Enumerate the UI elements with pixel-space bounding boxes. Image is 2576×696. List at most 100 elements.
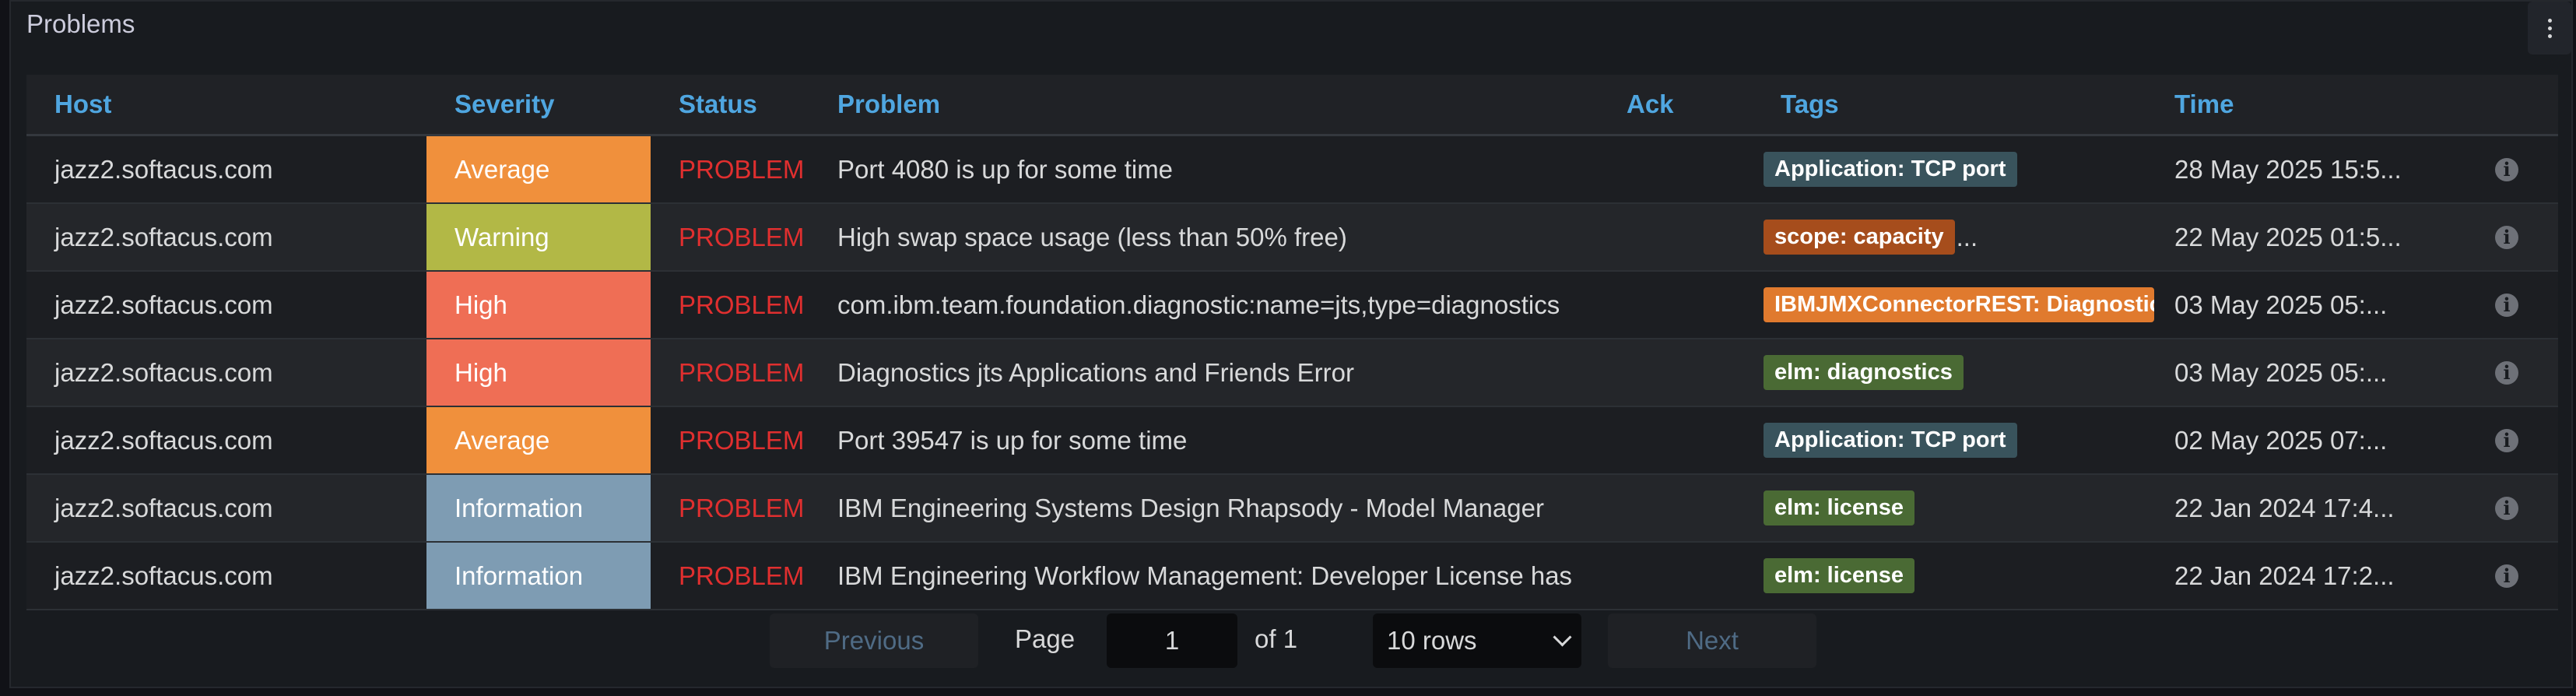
time-cell: 22 May 2025 01:5... (2174, 222, 2402, 251)
info-cell[interactable]: i (2455, 225, 2558, 249)
time-cell: 03 May 2025 05:... (2174, 357, 2388, 387)
info-cell[interactable]: i (2455, 496, 2558, 520)
info-icon[interactable]: i (2495, 428, 2518, 452)
problem-cell[interactable]: Port 39547 is up for some time (837, 426, 1627, 455)
problems-panel: Problems Host Severity Status Problem Ac… (9, 0, 2573, 688)
time-cell: 22 Jan 2024 17:4... (2174, 493, 2395, 522)
tags-cell: elm: license (1751, 490, 2156, 526)
column-header-tags[interactable]: Tags (1751, 90, 2156, 119)
problem-cell[interactable]: IBM Engineering Workflow Management: Dev… (837, 561, 1627, 591)
problem-text: Diagnostics jts Applications and Friends… (837, 357, 1354, 387)
rows-per-page-value: 10 rows (1387, 626, 1477, 655)
info-icon[interactable]: i (2495, 360, 2518, 385)
problem-text: Port 39547 is up for some time (837, 425, 1188, 455)
tags-cell: Application: TCP port (1751, 152, 2156, 187)
problem-cell[interactable]: com.ibm.team.foundation.diagnostic:name=… (837, 290, 1627, 320)
problem-text: IBM Engineering Workflow Management: Dev… (837, 561, 1573, 590)
severity-cell: Average (426, 407, 651, 473)
table-row[interactable]: jazz2.softacus.com High PROBLEM com.ibm.… (26, 272, 2558, 339)
time-cell: 22 Jan 2024 17:2... (2174, 561, 2395, 590)
tag-badge[interactable]: Application: TCP port (1764, 423, 2017, 458)
problem-text: Port 4080 is up for some time (837, 154, 1174, 184)
status-cell: PROBLEM (679, 154, 805, 184)
tags-cell: Application: TCP port (1751, 423, 2156, 458)
tag-badge[interactable]: Application: TCP port (1764, 152, 2017, 187)
table-body: jazz2.softacus.com Average PROBLEM Port … (26, 136, 2558, 610)
problem-cell[interactable]: Diagnostics jts Applications and Friends… (837, 358, 1627, 388)
panel-menu-button[interactable] (2528, 2, 2571, 54)
severity-cell: Information (426, 475, 651, 541)
column-header-time[interactable]: Time (2156, 90, 2455, 119)
problem-text: High swap space usage (less than 50% fre… (837, 222, 1347, 251)
tags-cell: IBMJMXConnectorREST: Diagnostics (1751, 287, 2156, 322)
host-cell: jazz2.softacus.com (54, 425, 273, 455)
column-header-severity[interactable]: Severity (426, 90, 651, 119)
time-cell: 28 May 2025 15:5... (2174, 154, 2402, 184)
info-icon[interactable]: i (2495, 564, 2518, 588)
host-cell: jazz2.softacus.com (54, 357, 273, 387)
status-cell: PROBLEM (679, 222, 805, 251)
panel-title: Problems (26, 9, 135, 38)
tag-badge[interactable]: elm: diagnostics (1764, 355, 1964, 390)
severity-cell: High (426, 339, 651, 406)
chevron-down-icon (1553, 627, 1572, 647)
severity-cell: Information (426, 543, 651, 609)
tags-cell: scope: capacity ... (1751, 220, 2156, 255)
host-cell: jazz2.softacus.com (54, 290, 273, 319)
info-cell[interactable]: i (2455, 564, 2558, 588)
table-row[interactable]: jazz2.softacus.com Warning PROBLEM High … (26, 204, 2558, 272)
table-row[interactable]: jazz2.softacus.com High PROBLEM Diagnost… (26, 339, 2558, 407)
tag-badge[interactable]: scope: capacity (1764, 220, 1955, 255)
page-count-label: of 1 (1255, 624, 1298, 653)
severity-cell: Warning (426, 204, 651, 270)
column-header-problem[interactable]: Problem (837, 90, 1627, 119)
host-cell: jazz2.softacus.com (54, 222, 273, 251)
time-cell: 02 May 2025 07:... (2174, 425, 2388, 455)
info-cell[interactable]: i (2455, 428, 2558, 452)
column-header-ack[interactable]: Ack (1627, 90, 1751, 119)
tag-badge[interactable]: elm: license (1764, 490, 1915, 526)
page-number-input[interactable]: 1 (1107, 613, 1237, 668)
previous-button[interactable]: Previous (770, 613, 978, 668)
host-cell: jazz2.softacus.com (54, 154, 273, 184)
table-header: Host Severity Status Problem Ack Tags Ti… (26, 75, 2558, 136)
time-cell: 03 May 2025 05:... (2174, 290, 2388, 319)
info-icon[interactable]: i (2495, 225, 2518, 249)
tags-cell: elm: diagnostics (1751, 355, 2156, 390)
info-cell[interactable]: i (2455, 293, 2558, 317)
problems-table: Host Severity Status Problem Ack Tags Ti… (26, 75, 2558, 610)
table-row[interactable]: jazz2.softacus.com Average PROBLEM Port … (26, 136, 2558, 204)
problem-text: com.ibm.team.foundation.diagnostic:name=… (837, 290, 1560, 319)
info-icon[interactable]: i (2495, 293, 2518, 317)
problem-cell[interactable]: Port 4080 is up for some time (837, 155, 1627, 185)
table-row[interactable]: jazz2.softacus.com Average PROBLEM Port … (26, 407, 2558, 475)
status-cell: PROBLEM (679, 493, 805, 522)
status-cell: PROBLEM (679, 561, 805, 590)
info-cell[interactable]: i (2455, 157, 2558, 181)
info-icon[interactable]: i (2495, 157, 2518, 181)
vertical-dots-icon (2547, 18, 2552, 23)
host-cell: jazz2.softacus.com (54, 493, 273, 522)
severity-cell: Average (426, 136, 651, 202)
rows-per-page-select[interactable]: 10 rows (1373, 613, 1581, 668)
host-cell: jazz2.softacus.com (54, 561, 273, 590)
page-label: Page (1015, 624, 1076, 653)
pagination: Previous Page 1 of 1 10 rows Next (11, 613, 2574, 670)
tags-cell: elm: license (1751, 558, 2156, 593)
info-cell[interactable]: i (2455, 360, 2558, 385)
column-header-host[interactable]: Host (26, 90, 426, 119)
problem-cell[interactable]: IBM Engineering Systems Design Rhapsody … (837, 494, 1627, 523)
column-header-status[interactable]: Status (651, 90, 837, 119)
status-cell: PROBLEM (679, 290, 805, 319)
tag-overflow: ... (1956, 222, 1978, 251)
table-row[interactable]: jazz2.softacus.com Information PROBLEM I… (26, 543, 2558, 610)
info-icon[interactable]: i (2495, 496, 2518, 520)
severity-cell: High (426, 272, 651, 338)
tag-badge[interactable]: elm: license (1764, 558, 1915, 593)
status-cell: PROBLEM (679, 357, 805, 387)
next-button[interactable]: Next (1608, 613, 1816, 668)
problem-text: IBM Engineering Systems Design Rhapsody … (837, 493, 1544, 522)
problem-cell[interactable]: High swap space usage (less than 50% fre… (837, 223, 1627, 252)
tag-badge[interactable]: IBMJMXConnectorREST: Diagnostics (1764, 287, 2154, 322)
table-row[interactable]: jazz2.softacus.com Information PROBLEM I… (26, 475, 2558, 543)
